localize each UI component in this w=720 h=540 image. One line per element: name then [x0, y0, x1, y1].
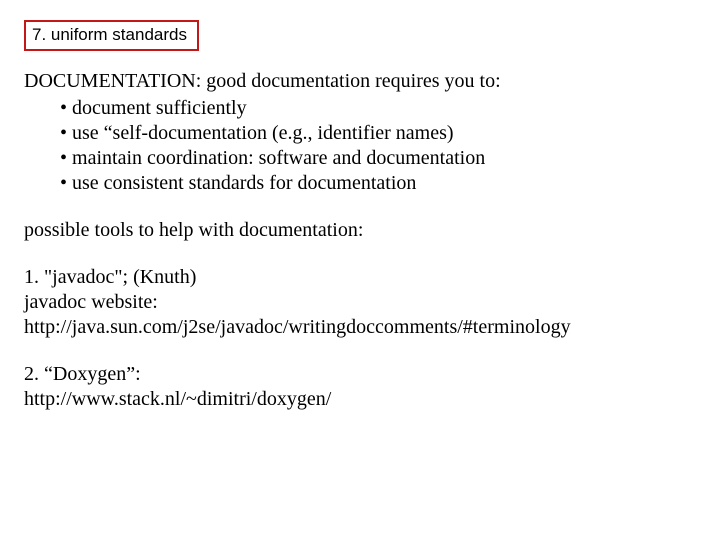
- tool-1-label: javadoc website:: [24, 290, 696, 315]
- tool-2-title: 2. “Doxygen”:: [24, 362, 696, 387]
- bullet-item: use “self-documentation (e.g., identifie…: [60, 121, 696, 146]
- tool-2-url: http://www.stack.nl/~dimitri/doxygen/: [24, 387, 696, 412]
- tool-1-url: http://java.sun.com/j2se/javadoc/writing…: [24, 315, 696, 340]
- bullet-item: maintain coordination: software and docu…: [60, 146, 696, 171]
- tool-1-block: 1. "javadoc"; (Knuth) javadoc website: h…: [24, 265, 696, 340]
- header-label: 7. uniform standards: [32, 25, 187, 44]
- documentation-section: DOCUMENTATION: good documentation requir…: [24, 69, 696, 196]
- doc-heading: DOCUMENTATION: good documentation requir…: [24, 69, 696, 94]
- doc-bullets: document sufficiently use “self-document…: [60, 96, 696, 196]
- bullet-item: use consistent standards for documentati…: [60, 171, 696, 196]
- bullet-item: document sufficiently: [60, 96, 696, 121]
- tool-1-title: 1. "javadoc"; (Knuth): [24, 265, 696, 290]
- header-box: 7. uniform standards: [24, 20, 199, 51]
- tool-2-block: 2. “Doxygen”: http://www.stack.nl/~dimit…: [24, 362, 696, 412]
- tools-intro: possible tools to help with documentatio…: [24, 218, 696, 243]
